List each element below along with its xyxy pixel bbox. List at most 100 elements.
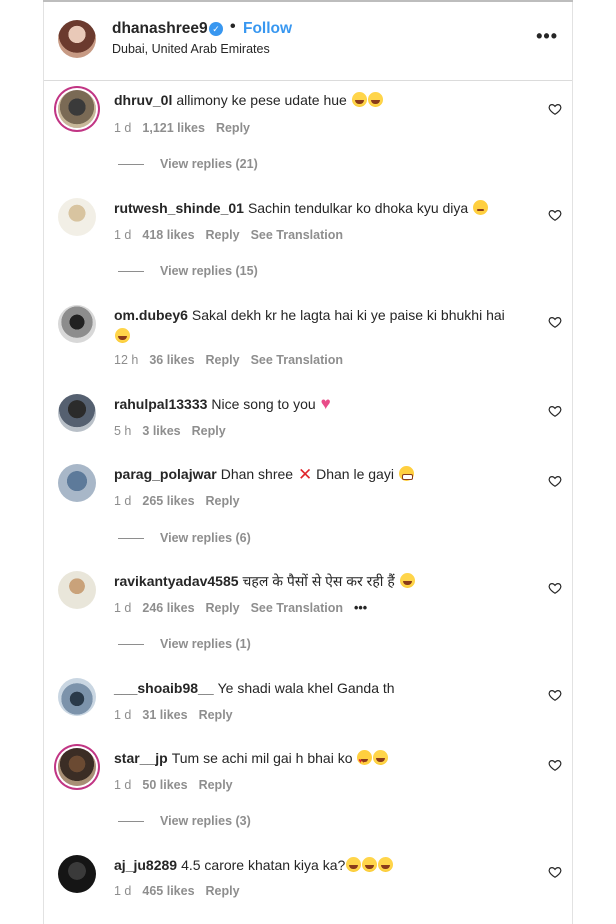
commenter-avatar[interactable]: [58, 394, 96, 432]
see-translation-button[interactable]: See Translation: [251, 601, 343, 615]
commenter-avatar[interactable]: [58, 678, 96, 716]
comment-likes[interactable]: 1,121 likes: [142, 121, 205, 135]
laughing-emoji-icon: [373, 750, 389, 765]
reply-button[interactable]: Reply: [199, 708, 233, 722]
view-replies-link[interactable]: View replies (1): [118, 637, 251, 651]
view-replies-link[interactable]: View replies (6): [118, 531, 251, 545]
like-heart-icon[interactable]: [548, 581, 562, 595]
reply-button[interactable]: Reply: [206, 884, 240, 898]
profile-avatar[interactable]: [58, 20, 96, 58]
commenter-avatar[interactable]: [58, 90, 96, 128]
comment-body: Sachin tendulkar ko dhoka kyu diya: [247, 200, 469, 216]
comment-meta: 5 h 3 likes Reply: [114, 424, 237, 438]
view-replies-link[interactable]: View replies (21): [118, 157, 258, 171]
comment-time: 1 d: [114, 708, 132, 722]
commenter-avatar[interactable]: [58, 464, 96, 502]
comment-body: Sakal dekh kr he lagta hai ki ye paise k…: [191, 307, 505, 323]
laughing-emoji-icon: [115, 328, 130, 343]
comment-text: rutwesh_shinde_01 Sachin tendulkar ko dho…: [114, 198, 534, 219]
comment-text: ___shoaib98__ Ye shadi wala khel Ganda th: [114, 678, 534, 699]
like-heart-icon[interactable]: [548, 315, 562, 329]
like-heart-icon[interactable]: [548, 208, 562, 222]
view-replies-link[interactable]: View replies (3): [118, 814, 251, 828]
comment-likes[interactable]: 465 likes: [142, 884, 194, 898]
see-translation-button[interactable]: See Translation: [251, 228, 343, 242]
view-replies-label[interactable]: View replies (3): [160, 814, 251, 828]
reply-button[interactable]: Reply: [206, 353, 240, 367]
like-heart-icon[interactable]: [548, 688, 562, 702]
see-translation-button[interactable]: See Translation: [251, 353, 343, 367]
comment-likes[interactable]: 3 likes: [142, 424, 180, 438]
comment-username[interactable]: ___shoaib98__: [114, 680, 214, 696]
reply-button[interactable]: Reply: [206, 601, 240, 615]
comment-meta: 1 d 50 likes Reply: [114, 778, 244, 792]
comment-more-options-icon[interactable]: •••: [354, 601, 367, 615]
comment-time: 1 d: [114, 228, 132, 242]
view-replies-label[interactable]: View replies (21): [160, 157, 258, 171]
comment-text: rahulpal13333 Nice song to you: [114, 393, 534, 415]
like-heart-icon[interactable]: [548, 102, 562, 116]
comment-likes[interactable]: 265 likes: [142, 494, 194, 508]
more-options-icon[interactable]: •••: [536, 26, 558, 47]
comment-username[interactable]: ravikantyadav4585: [114, 573, 239, 589]
comment-likes[interactable]: 36 likes: [149, 353, 194, 367]
commenter-avatar[interactable]: [58, 571, 96, 609]
heart-eyes-emoji-icon: [357, 750, 373, 772]
comment-text: om.dubey6 Sakal dekh kr he lagta hai ki y…: [114, 305, 524, 347]
reply-button[interactable]: Reply: [216, 121, 250, 135]
view-replies-label[interactable]: View replies (15): [160, 264, 258, 278]
comment-likes[interactable]: 418 likes: [142, 228, 194, 242]
commenter-avatar[interactable]: [58, 855, 96, 893]
comment-username[interactable]: parag_polajwar: [114, 466, 217, 482]
like-heart-icon[interactable]: [548, 474, 562, 488]
comment-meta: 1 d 265 likes Reply: [114, 494, 251, 508]
comment-username[interactable]: om.dubey6: [114, 307, 188, 323]
comment-body: Tum se achi mil gai h bhai ko: [171, 750, 353, 766]
top-border: [43, 0, 573, 2]
sparkling-heart-emoji-icon: [321, 393, 336, 414]
comment-body: 4.5 carore khatan kiya ka?: [181, 857, 346, 873]
commenter-avatar[interactable]: [58, 198, 96, 236]
view-replies-label[interactable]: View replies (6): [160, 531, 251, 545]
view-replies-link[interactable]: View replies (15): [118, 264, 258, 278]
reply-button[interactable]: Reply: [206, 494, 240, 508]
post-location[interactable]: Dubai, United Arab Emirates: [112, 42, 270, 56]
crying-emoji-icon: [473, 200, 489, 215]
comment-time: 1 d: [114, 778, 132, 792]
comment-username[interactable]: rutwesh_shinde_01: [114, 200, 244, 216]
comment-time: 1 d: [114, 601, 132, 615]
comment-body: Ye shadi wala khel Ganda th: [217, 680, 395, 696]
replies-line: [118, 164, 144, 166]
reply-button[interactable]: Reply: [199, 778, 233, 792]
comment-meta: 1 d 31 likes Reply: [114, 708, 244, 722]
comment-username[interactable]: dhruv_0l: [114, 92, 172, 108]
reply-button[interactable]: Reply: [192, 424, 226, 438]
follow-button[interactable]: Follow: [243, 20, 292, 38]
comment-likes[interactable]: 31 likes: [142, 708, 187, 722]
comment-username[interactable]: aj_ju8289: [114, 857, 177, 873]
comment-meta: 1 d 1,121 likes Reply: [114, 121, 261, 135]
comment-body-continued: Dhan le gayi: [316, 466, 394, 482]
comment-username[interactable]: rahulpal13333: [114, 396, 207, 412]
view-replies-label[interactable]: View replies (1): [160, 637, 251, 651]
like-heart-icon[interactable]: [548, 404, 562, 418]
comment-likes[interactable]: 246 likes: [142, 601, 194, 615]
like-heart-icon[interactable]: [548, 758, 562, 772]
comment-username[interactable]: star__jp: [114, 750, 168, 766]
comment-text: dhruv_0l allimony ke pese udate hue: [114, 90, 534, 111]
verified-badge-icon: ✓: [209, 22, 223, 36]
comment-text: parag_polajwar Dhan shree ✕ Dhan le gayi: [114, 464, 534, 485]
reply-button[interactable]: Reply: [206, 228, 240, 242]
comment-text: aj_ju8289 4.5 carore khatan kiya ka?: [114, 855, 534, 876]
comment-meta: 1 d 465 likes Reply: [114, 884, 251, 898]
header-divider: [44, 80, 572, 81]
post-username[interactable]: dhanashree9: [112, 20, 208, 38]
comment-body: Nice song to you: [211, 396, 316, 412]
replies-line: [118, 271, 144, 273]
comment-likes[interactable]: 50 likes: [142, 778, 187, 792]
separator-dot: •: [230, 18, 236, 35]
commenter-avatar[interactable]: [58, 305, 96, 343]
like-heart-icon[interactable]: [548, 865, 562, 879]
commenter-avatar[interactable]: [58, 748, 96, 786]
laughing-emoji-icon: [367, 92, 383, 107]
